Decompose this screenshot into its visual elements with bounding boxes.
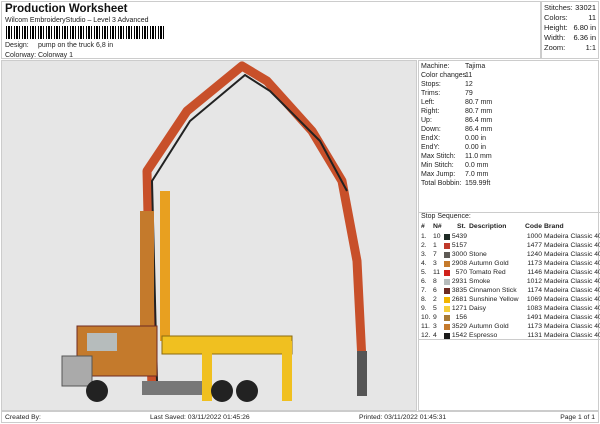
barcode [6, 26, 164, 39]
color-swatch [444, 297, 450, 303]
footer: Created By: Last Saved: 03/11/2022 01:45… [1, 411, 599, 423]
info-row: Right: 80.7 mm [421, 108, 493, 115]
info-row: Machine: Tajima [421, 63, 486, 70]
colorway-name: Colorway 1 [38, 52, 74, 59]
page-title: Production Worksheet [5, 3, 128, 15]
color-swatch [444, 234, 450, 240]
created-by: Created By: [5, 414, 41, 421]
info-row: Total Bobbin: 159.99ft [421, 180, 491, 187]
stop-row: 7. 6 3835 Cinnamon Stick 1174 Madeira Cla… [421, 287, 600, 294]
info-row: Max Stitch: 11.0 mm [421, 153, 492, 160]
color-swatch [444, 306, 450, 312]
info-row: EndX: 0.00 in [421, 135, 487, 142]
color-swatch [444, 288, 450, 294]
info-row: Left: 80.7 mm [421, 99, 493, 106]
summary-zoom: Zoom: 1:1 [544, 43, 596, 53]
color-swatch [444, 315, 450, 321]
design-info-panel: Machine: Tajima Color changes: 11 Stops: 12 Tr… [418, 60, 600, 411]
info-row: EndY: 0.00 in [421, 144, 487, 151]
stop-row: 9. 5 1271 Daisy 1083 Madeira Classic 40 [421, 305, 600, 312]
color-swatch [444, 270, 450, 276]
worksheet-header: Production Worksheet Wilcom EmbroiderySt… [1, 1, 541, 59]
summary-width: Width: 6.36 in [544, 33, 596, 43]
summary-stitches: Stitches: 33021 [544, 3, 596, 13]
colorway-label: Colorway: [5, 52, 37, 59]
summary-height: Height: 6.80 in [544, 23, 596, 33]
summary-box: Stitches: 33021 Colors: 11 Height: 6.80 in … [541, 1, 599, 59]
color-swatch [444, 324, 450, 330]
color-swatch [444, 279, 450, 285]
page-number: Page 1 of 1 [560, 414, 595, 421]
stop-row: 11. 3 3529 Autumn Gold 1173 Madeira Class… [421, 323, 600, 330]
stop-row: 8. 2 2681 Sunshine Yellow 1069 Madeira Cl… [421, 296, 600, 303]
stop-row: 1. 10 5439 1000 Madeira Classic 40 [421, 233, 600, 240]
concrete-pump-truck-image [61, 61, 367, 402]
design-name: pump on the truck 6,8 in [38, 42, 114, 49]
last-saved: Last Saved: 03/11/2022 01:45:26 [150, 414, 250, 421]
info-row: Max Jump: 7.0 mm [421, 171, 489, 178]
info-row: Stops: 12 [421, 81, 473, 88]
color-swatch [444, 261, 450, 267]
stop-row: 6. 8 2931 Smoke 1012 Madeira Classic 40 [421, 278, 600, 285]
stop-row: 4. 3 2908 Autumn Gold 1173 Madeira Classi… [421, 260, 600, 267]
info-row: Trims: 79 [421, 90, 473, 97]
color-swatch [444, 252, 450, 258]
stop-table-header: # N# St. Description Code Brand [421, 223, 564, 230]
design-preview [1, 60, 417, 411]
software-name: Wilcom EmbroideryStudio – Level 3 Advanc… [5, 17, 149, 24]
printed-date: Printed: 03/11/2022 01:45:31 [359, 414, 447, 421]
stop-row: 5. 11 570 Tomato Red 1146 Madeira Classic… [421, 269, 600, 276]
stop-row: 3. 7 3000 Stone 1240 Madeira Classic 40 [421, 251, 600, 258]
design-label: Design: [5, 42, 29, 49]
info-row: Min Stitch: 0.0 mm [421, 162, 489, 169]
stop-sequence-title: Stop Sequence: [419, 212, 600, 220]
color-swatch [444, 243, 450, 249]
info-row: Down: 86.4 mm [421, 126, 493, 133]
stop-row: 10. 9 156 1491 Madeira Classic 40 [421, 314, 600, 321]
info-row: Color changes: 11 [421, 72, 473, 79]
info-row: Up: 86.4 mm [421, 117, 493, 124]
summary-colors: Colors: 11 [544, 13, 596, 23]
stop-row: 2. 1 5157 1477 Madeira Classic 40 [421, 242, 600, 249]
